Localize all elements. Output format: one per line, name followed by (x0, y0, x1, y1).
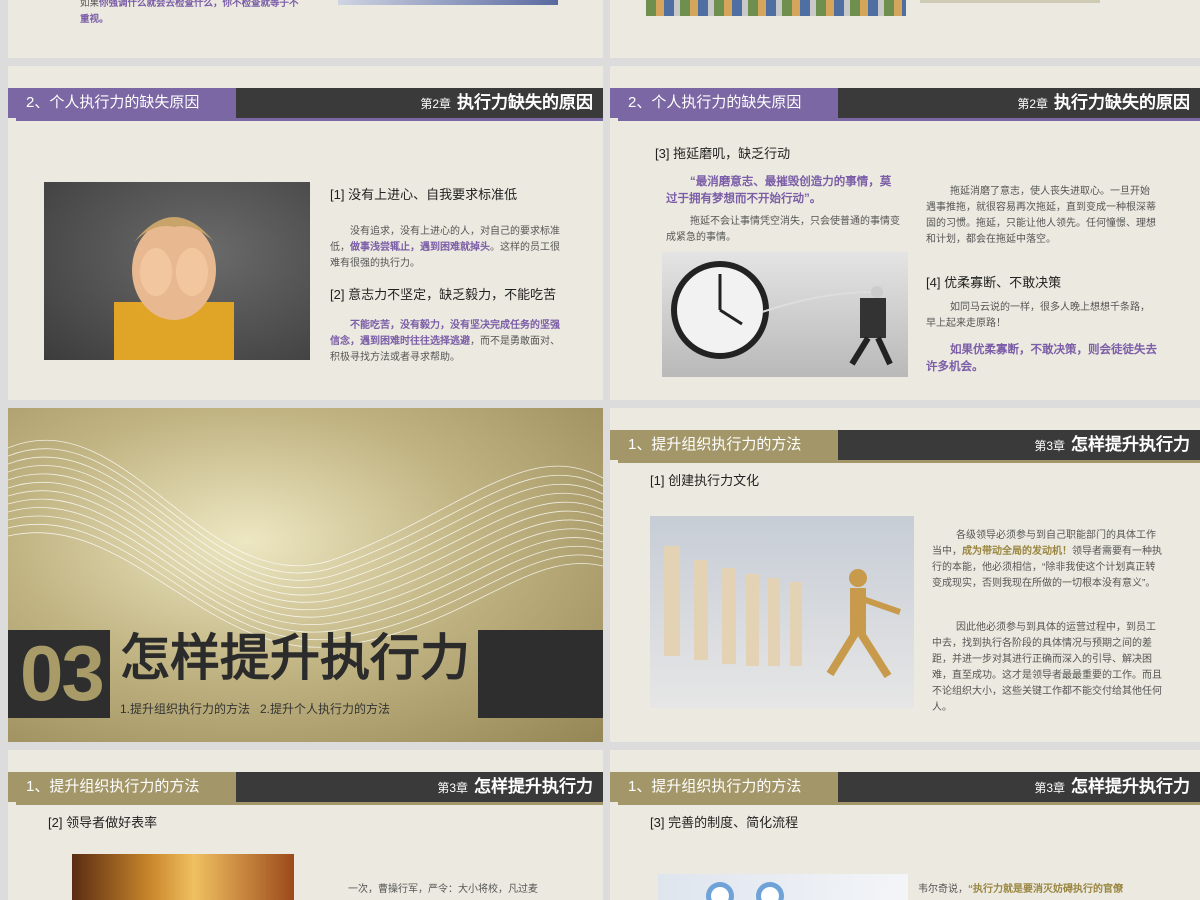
chapter-label: 第3章 怎样提升执行力 (1034, 772, 1190, 802)
chapter-number: 03 (20, 629, 105, 717)
chapter-number: 第3章 (1034, 781, 1065, 795)
method-3-text: 韦尔奇说，“执行力就是要消灭妨碍执行的官僚 (918, 882, 1178, 898)
reason-2-heading: [2] 意志力不坚定，缺乏毅力，不能吃苦 (330, 287, 557, 302)
slide-header: 2、个人执行力的缺失原因 第2章 执行力缺失的原因 (610, 88, 1200, 118)
chapter-title: 执行力缺失的原因 (1054, 93, 1190, 112)
method-3-highlight: “执行力就是要消灭妨碍执行的官僚 (968, 884, 1123, 895)
slide-top-left[interactable]: 如果你强调什么就会去检查什么，你不检查就等于不 重视。 (8, 0, 603, 58)
cover-title: 怎样提升执行力 (120, 630, 470, 686)
chapter-number: 第3章 (437, 781, 468, 795)
partial-text-line (920, 0, 1100, 3)
chapter-number: 第2章 (420, 97, 451, 111)
slide-header: 1、提升组织执行力的方法 第3章 怎样提升执行力 (8, 772, 603, 802)
chapter-label: 第2章 执行力缺失的原因 (1017, 88, 1190, 118)
slide-top-left-text: 如果你强调什么就会去检查什么，你不检查就等于不 重视。 (80, 0, 330, 28)
reason-4-highlight: 如果优柔寡断，不敢决策，则会徒徒失去许多机会。 (926, 344, 1157, 373)
reason-3-right-text: 拖延消磨了意志，使人丧失进取心。一旦开始遇事推拖，就很容易再次拖延，直到变成一种… (926, 186, 1156, 245)
section-title: 1、提升组织执行力的方法 (610, 430, 838, 460)
text-b: 你强调什么就会去检查什么，你不检查就等于不 (99, 0, 299, 9)
section-title: 1、提升组织执行力的方法 (610, 772, 838, 802)
method-2-heading: [2] 领导者做好表率 (48, 815, 158, 830)
section-title: 1、提升组织执行力的方法 (8, 772, 236, 802)
slide-header: 1、提升组织执行力的方法 第3章 怎样提升执行力 (610, 430, 1200, 460)
reason-4-text: 如同马云说的一样，很多人晚上想想千条路，早上起来走原路！ (926, 302, 1150, 329)
header-underline (16, 118, 603, 121)
section-title: 2、个人执行力的缺失原因 (8, 88, 236, 118)
cover-band-right (478, 630, 603, 718)
chapter-number: 第2章 (1017, 97, 1048, 111)
slide-header: 1、提升组织执行力的方法 第3章 怎样提升执行力 (610, 772, 1200, 802)
chapter-label: 第2章 执行力缺失的原因 (420, 88, 593, 118)
method-1-heading: [1] 创建执行力文化 (650, 473, 760, 488)
chapter-title: 怎样提升执行力 (474, 777, 593, 796)
reason-4-heading: [4] 优柔寡断、不敢决策 (926, 275, 1062, 290)
slide-org-execution-1[interactable]: 1、提升组织执行力的方法 第3章 怎样提升执行力 [1] 创建执行力文化 各级领导… (610, 408, 1200, 742)
cover-subtitle: 1.提升组织执行力的方法 2.提升个人执行力的方法 (120, 702, 391, 716)
method-3-heading: [3] 完善的制度、简化流程 (650, 815, 799, 830)
method-2-text: 一次，曹操行军，严令：大小将校，凡过麦 (348, 884, 538, 895)
slide-chapter3-cover[interactable]: 03 怎样提升执行力 1.提升组织执行力的方法 2.提升个人执行力的方法 (8, 408, 603, 742)
section-title: 2、个人执行力的缺失原因 (610, 88, 838, 118)
slide-header: 2、个人执行力的缺失原因 第2章 执行力缺失的原因 (8, 88, 603, 118)
cartoon-image (646, 0, 906, 16)
reason-1-heading: [1] 没有上进心、自我要求标准低 (330, 187, 518, 202)
slide-org-execution-2[interactable]: 1、提升组织执行力的方法 第3章 怎样提升执行力 [2] 领导者做好表率 一次，曹… (8, 750, 603, 900)
text-a: 如果 (80, 0, 100, 9)
chapter-title: 执行力缺失的原因 (457, 93, 593, 112)
child-covering-face-image (44, 182, 310, 360)
wooden-mannequins-image (650, 516, 914, 708)
text-c: 重视。 (80, 14, 109, 25)
header-underline (618, 118, 1200, 121)
chapter-title: 怎样提升执行力 (1071, 777, 1190, 796)
chapter-label: 第3章 怎样提升执行力 (1034, 430, 1190, 460)
slide-individual-causes-2[interactable]: 2、个人执行力的缺失原因 第2章 执行力缺失的原因 [3] 拖延磨叽，缺乏行动 “… (610, 66, 1200, 400)
reason-1-text: 没有追求，没有上进心的人，对自己的要求标准低，做事浅尝辄止，遇到困难就掉头。这样… (330, 224, 564, 272)
process-icons (706, 882, 784, 900)
warrior-painting-image (72, 854, 294, 900)
clock-illustration (671, 261, 893, 366)
clock-man-pulling-image (662, 252, 908, 377)
reason-3-text: 拖延不会让事情凭空消失，只会使普通的事情变成紧急的事情。 (666, 216, 900, 243)
mannequins-illustration (664, 546, 901, 679)
method-3-text-a: 韦尔奇说， (918, 884, 968, 895)
reason-3-heading: [3] 拖延磨叽，缺乏行动 (655, 146, 791, 161)
child-illustration (114, 217, 234, 360)
chapter-label: 第3章 怎样提升执行力 (437, 772, 593, 802)
process-icons-image (658, 874, 908, 900)
chapter-title: 怎样提升执行力 (1071, 435, 1190, 454)
chapter-number: 第3章 (1034, 439, 1065, 453)
method-1-text-2: 因此他必须参与到具体的运营过程中，到员工中去，找到执行各阶段的具体情况与预期之间… (932, 622, 1162, 713)
method-1-text-1: 各级领导必须参与到自己职能部门的具体工作当中，成为带动全局的发动机！领导者需要有… (932, 528, 1164, 592)
header-underline (16, 802, 603, 805)
header-underline (618, 460, 1200, 463)
reason-2-text: 不能吃苦，没有毅力，没有坚决完成任务的坚强信念，遇到困难时往往选择逃避，而不是勇… (330, 318, 564, 366)
reason-1-highlight: 做事浅尝辄止，遇到困难就掉头 (350, 242, 490, 253)
slide-org-execution-3[interactable]: 1、提升组织执行力的方法 第3章 怎样提升执行力 [3] 完善的制度、简化流程 韦… (610, 750, 1200, 900)
reason-3-quote: “最消磨意志、最摧毁创造力的事情，莫过于拥有梦想而不开始行动”。 (666, 176, 892, 205)
slide-top-left-image (338, 0, 558, 5)
header-underline (618, 802, 1200, 805)
slide-individual-causes-1[interactable]: 2、个人执行力的缺失原因 第2章 执行力缺失的原因 [1] 没有上进心、自我要求标… (8, 66, 603, 400)
method-1-highlight: 成为带动全局的发动机！ (962, 546, 1072, 557)
slide-top-right[interactable] (610, 0, 1200, 58)
